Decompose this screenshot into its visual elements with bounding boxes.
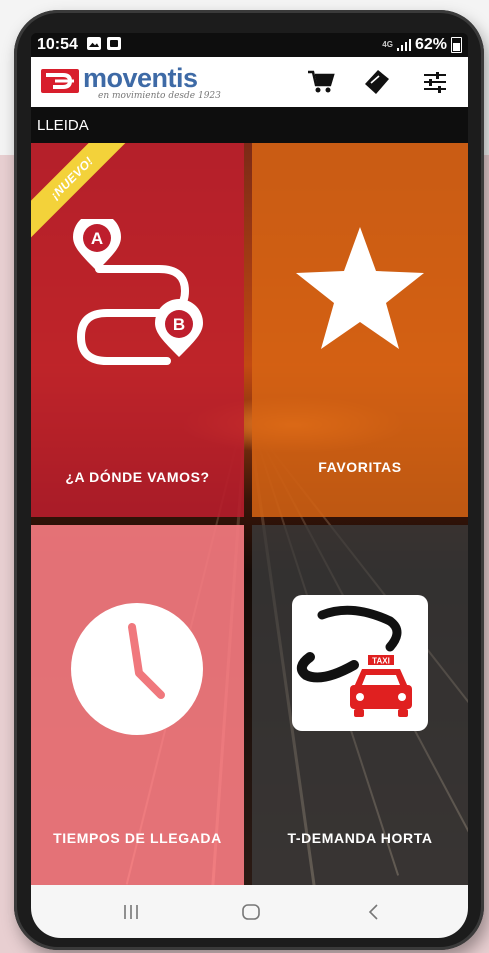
app-screen: 10:54 4G 62% moventis en movimiento desd… [31,33,468,938]
route-end-marker: B [173,315,185,334]
settings-button[interactable] [419,67,451,97]
taxi-sign-text: TAXI [372,657,390,666]
network-type: 4G [382,40,393,49]
tickets-button[interactable] [361,67,393,97]
taxi-icon: TAXI [296,605,412,717]
tile-favorites[interactable]: FAVORITAS [252,143,468,517]
city-bar: LLEIDA [31,107,468,143]
ticket-icon [365,70,389,94]
tile-arrival-times-label: TIEMPOS DE LLEGADA [53,830,222,846]
battery-icon [451,37,462,53]
city-name: LLEIDA [37,117,89,134]
brand-name: moventis [83,63,198,93]
gallery-notification-icon [87,37,101,50]
sliders-icon [424,72,446,93]
status-bar: 10:54 4G 62% [31,33,468,57]
moventis-logo-icon [41,69,79,93]
route-start-marker: A [91,229,103,248]
signal-icon [396,39,411,51]
tile-route-planner-label: ¿A DÓNDE VAMOS? [65,469,210,485]
home-button[interactable] [231,897,271,927]
tile-favorites-label: FAVORITAS [318,459,402,475]
route-a-to-b-icon: A B [73,219,203,365]
back-button[interactable] [353,897,393,927]
status-time: 10:54 [37,36,78,53]
android-nav-bar [31,885,468,938]
recent-apps-icon [124,905,138,919]
shopping-cart-icon [308,70,335,93]
tile-route-planner[interactable]: ¡NUEVO! A B ¿A DÓNDE VAMOS? [31,143,244,517]
home-icon [242,904,260,920]
clock-icon [71,603,203,735]
app-header: moventis en movimiento desde 1923 [31,57,468,107]
tile-on-demand-taxi[interactable]: TAXI T-DEMANDA HORTA [252,525,468,885]
cart-button[interactable] [305,67,337,97]
message-notification-icon [107,37,121,50]
recent-apps-button[interactable] [111,897,151,927]
tile-arrival-times[interactable]: TIEMPOS DE LLEGADA [31,525,244,885]
menu-grid: ¡NUEVO! A B ¿A DÓNDE VAMOS? FAVORITAS TI… [31,143,468,892]
notification-icons [87,37,121,50]
battery-percent: 62% [414,36,447,53]
taxi-app-card: TAXI [292,595,428,731]
tile-on-demand-taxi-label: T-DEMANDA HORTA [287,830,433,846]
star-icon [296,227,424,349]
back-chevron-icon [368,904,378,920]
brand-tagline: en movimiento desde 1923 [98,91,221,101]
status-right: 4G 62% [382,36,462,54]
